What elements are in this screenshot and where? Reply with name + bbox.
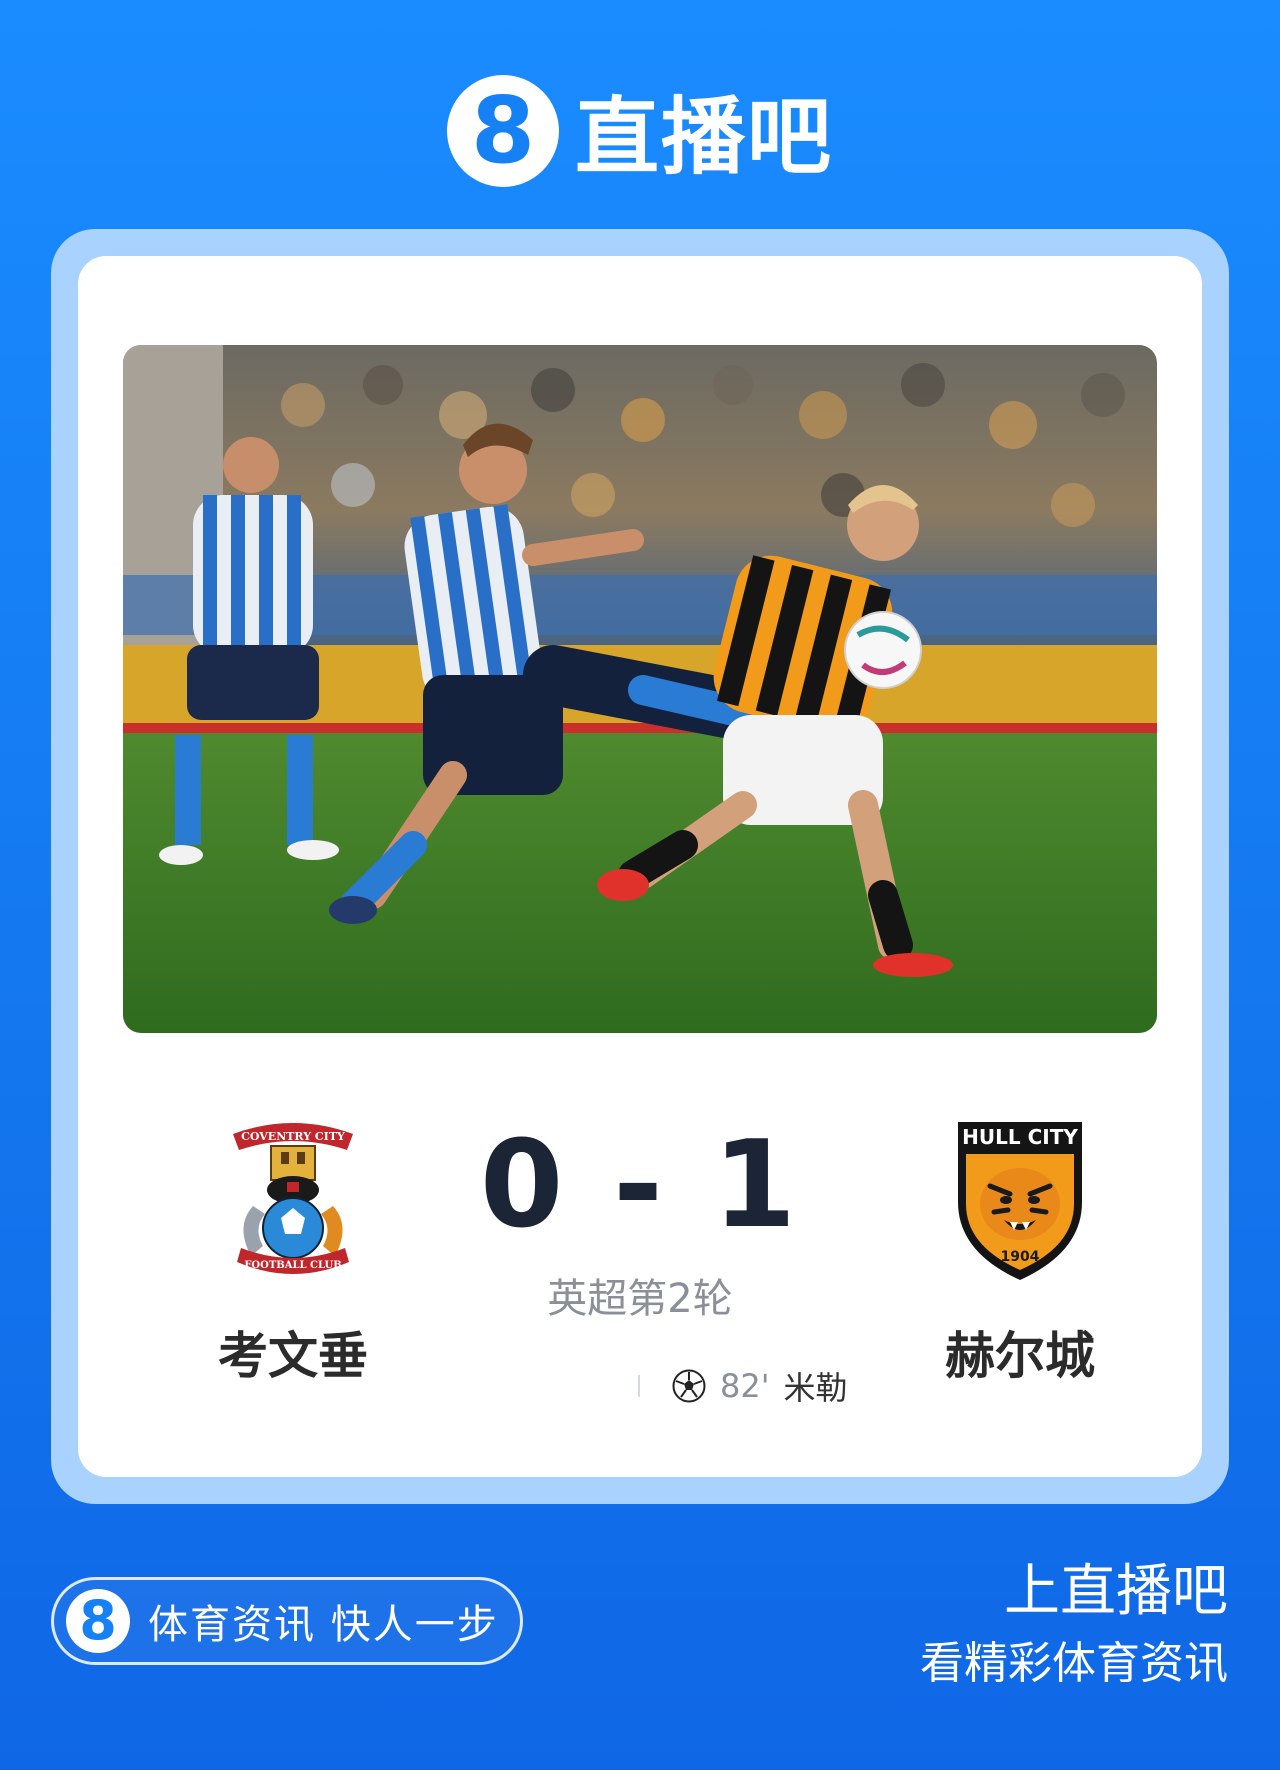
crest-home-bottom-text: FOOTBALL CLUB: [244, 1260, 341, 1271]
crest-away-year: 1904: [1001, 1249, 1040, 1265]
match-photo-illustration: [123, 345, 1157, 1033]
slogan-text: 体育资讯 快人一步: [148, 1602, 499, 1648]
cta-title: 上直播吧: [1004, 1559, 1228, 1624]
away-team[interactable]: HULL CITY 1904 赫尔城: [890, 1116, 1150, 1388]
competition-round: 英超第2轮: [547, 1276, 733, 1322]
match-score: 0 - 1: [479, 1116, 801, 1255]
event-divider: [638, 1375, 640, 1397]
brand-header: 8 直播吧: [0, 70, 1280, 191]
match-card: COVENTRY CITY FOOTBALL CLUB 考文垂 0 - 1 英超…: [78, 256, 1202, 1477]
event-minute: 82': [720, 1367, 770, 1405]
soccer-ball-icon: [672, 1369, 706, 1403]
slogan-pill: 8 体育资讯 快人一步: [51, 1577, 523, 1665]
away-team-name: 赫尔城: [945, 1327, 1095, 1385]
hull-city-tiger-crest-icon: HULL CITY 1904: [958, 1122, 1082, 1280]
cta-subtitle: 看精彩体育资讯: [920, 1638, 1228, 1689]
match-photo: [123, 345, 1157, 1033]
brand-name: 直播吧: [574, 88, 833, 186]
match-card-frame: COVENTRY CITY FOOTBALL CLUB 考文垂 0 - 1 英超…: [51, 229, 1229, 1504]
crest-home-top-text: COVENTRY CITY: [241, 1130, 345, 1143]
coventry-crest-icon: COVENTRY CITY FOOTBALL CLUB: [233, 1123, 353, 1274]
call-to-action: 上直播吧 看精彩体育资讯: [920, 1556, 1228, 1696]
brand-small-logo-icon: 8: [66, 1589, 130, 1653]
brand-logo-icon: 8: [446, 74, 559, 187]
crest-away-top-text: HULL CITY: [962, 1125, 1078, 1149]
home-team-name: 考文垂: [218, 1327, 368, 1385]
home-team[interactable]: COVENTRY CITY FOOTBALL CLUB 考文垂: [163, 1116, 423, 1388]
event-player: 米勒: [783, 1369, 848, 1407]
goal-event: 82' 米勒: [638, 1364, 848, 1408]
